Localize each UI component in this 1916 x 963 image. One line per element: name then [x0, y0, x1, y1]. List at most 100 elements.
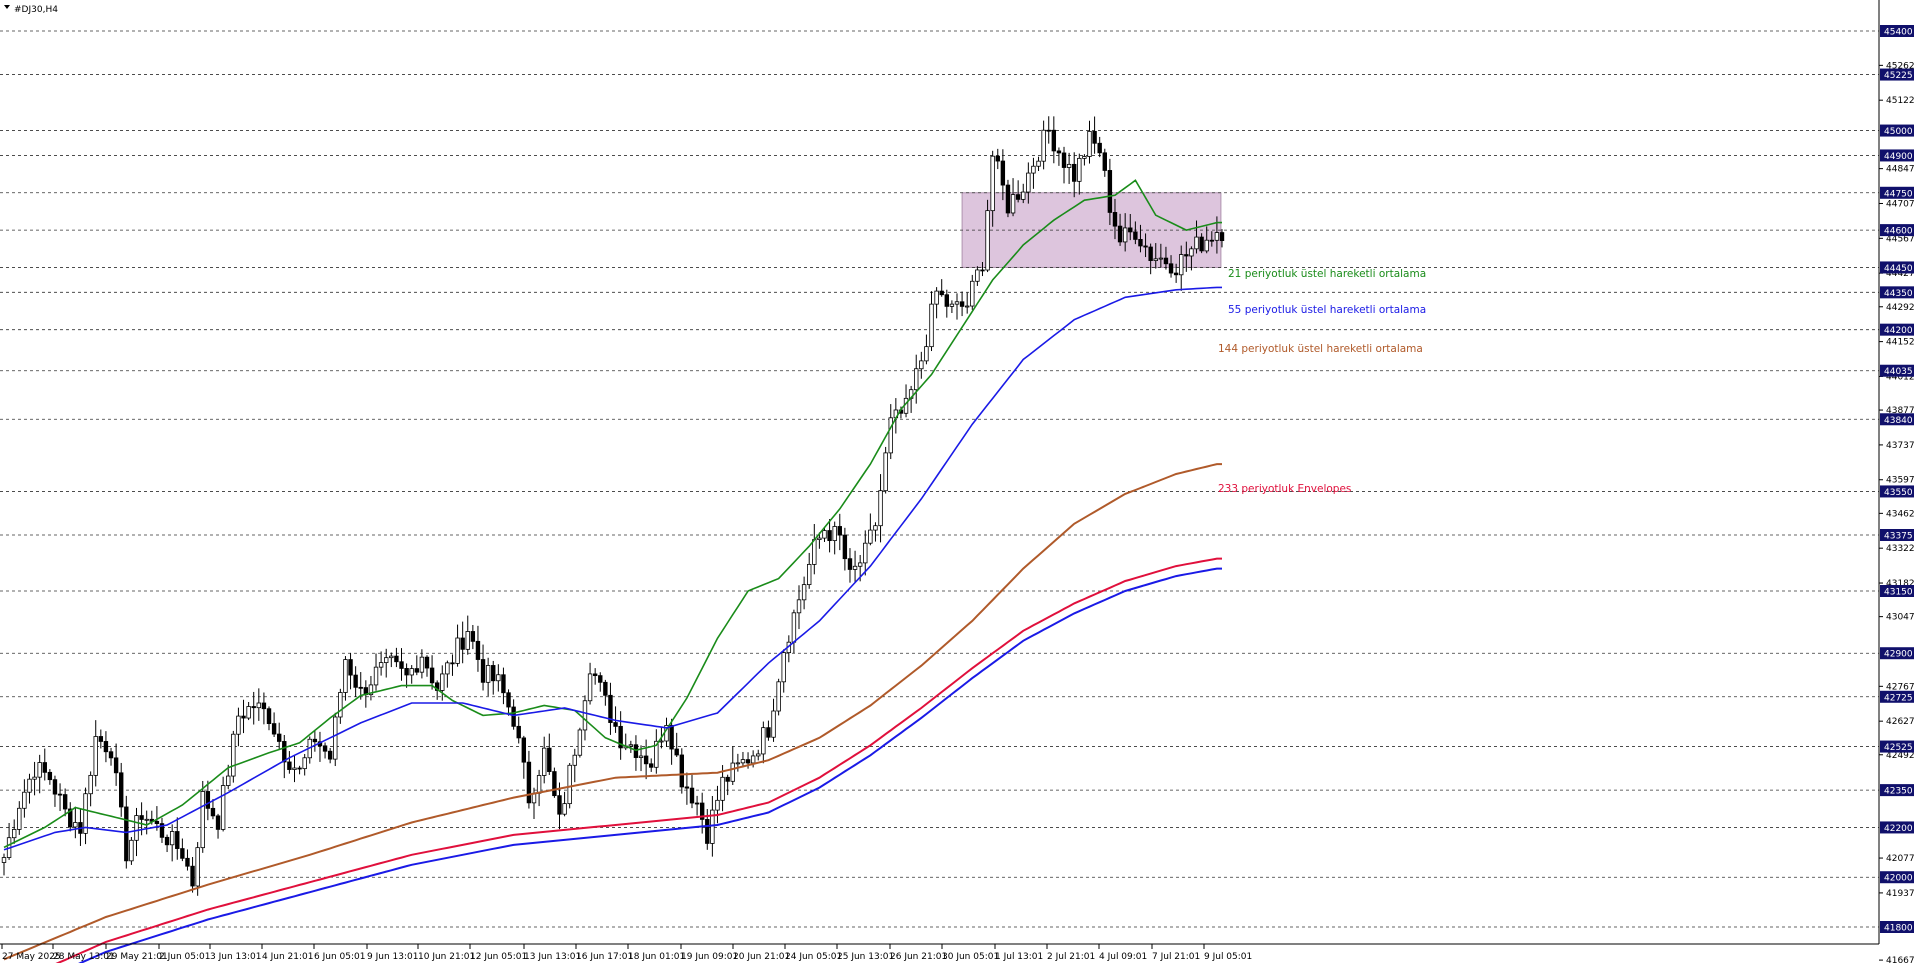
candle-bear: [827, 530, 832, 542]
candle-bear: [180, 848, 185, 859]
candle-bull: [628, 744, 634, 747]
y-tick-label: 43737: [1886, 441, 1915, 451]
candle-bull: [852, 565, 858, 570]
candle-bear: [1199, 236, 1204, 252]
candle-bear: [210, 807, 216, 817]
candle-bull: [796, 599, 802, 614]
candle-bull: [929, 303, 934, 348]
candle-bull: [373, 666, 379, 686]
candle-bear: [327, 750, 333, 760]
y-tick-label: 43597: [1886, 476, 1915, 486]
candle-bull: [195, 847, 200, 887]
candle-bull: [582, 700, 588, 731]
candle-bear: [205, 791, 211, 809]
candle-bull: [990, 155, 995, 212]
candle-bear: [1184, 254, 1189, 257]
candle-bear: [959, 301, 965, 307]
candle-bear: [42, 762, 47, 773]
price-chart[interactable]: 4526245122448474470744567444274429244152…: [0, 0, 1916, 963]
series-annotation: 55 periyotluk üstel hareketli ortalama: [1228, 304, 1426, 316]
candle-bull: [1082, 156, 1087, 159]
candle-bear: [1173, 272, 1179, 276]
candle-bear: [684, 786, 690, 789]
y-tick-label: 41667: [1886, 956, 1915, 963]
candle-bull: [292, 767, 297, 770]
y-tick-label: 44847: [1886, 165, 1915, 175]
candle-bull: [93, 736, 98, 776]
price-level-label: 41800: [1884, 924, 1913, 934]
candle-bull: [1026, 172, 1031, 193]
candle-bull: [409, 668, 414, 676]
candle-bear: [1148, 246, 1153, 261]
candle-bull: [1204, 239, 1209, 252]
price-level-label: 42350: [1884, 787, 1913, 797]
candle-bear: [837, 526, 842, 536]
candle-bull: [807, 563, 812, 586]
candle-bull: [954, 301, 960, 305]
y-tick-label: 44152: [1886, 338, 1915, 348]
candle-bull: [378, 662, 384, 668]
candle-bull: [1158, 257, 1164, 260]
candle-bear: [358, 686, 363, 689]
candle-bear: [592, 673, 598, 677]
x-tick-label: 19 Jun 09:01: [681, 952, 738, 962]
candle-bear: [669, 725, 674, 750]
x-tick-label: 2 Jun 05:01: [159, 952, 210, 962]
x-tick-label: 10 Jun 21:01: [418, 952, 475, 962]
candle-bull: [914, 368, 919, 391]
candle-bear: [261, 702, 267, 710]
candle-bull: [1, 857, 7, 863]
candle-bear: [251, 706, 256, 709]
candle-bull: [919, 360, 924, 370]
candle-bear: [725, 776, 730, 782]
plot-background: [0, 0, 1916, 963]
candle-bear: [424, 656, 430, 669]
chart-window: 45262 45122 44847 44707 44567 44427 44292 44152…: [0, 0, 1916, 963]
candle-bear: [113, 757, 119, 774]
candle-bull: [1010, 194, 1016, 214]
candle-bull: [220, 785, 226, 830]
y-tick-label: 42077: [1886, 854, 1915, 864]
candle-bear: [190, 865, 195, 887]
candle-bull: [888, 417, 893, 454]
candle-bear: [297, 767, 302, 770]
x-tick-label: 25 Jun 13:01: [837, 952, 894, 962]
price-level-label: 44750: [1884, 189, 1913, 199]
candle-bear: [1046, 129, 1051, 132]
candle-bull: [567, 764, 572, 805]
y-tick-label: 43047: [1886, 613, 1915, 623]
candle-bull: [73, 822, 78, 828]
x-tick-label: 18 Jun 01:01: [628, 952, 685, 962]
candle-bull: [572, 754, 577, 766]
candle-bear: [633, 744, 639, 758]
x-tick-label: 13 Jun 13:01: [524, 952, 581, 962]
candle-bull: [200, 791, 205, 849]
candle-bull: [868, 529, 873, 544]
candle-bull: [11, 829, 17, 839]
candle-bull: [812, 539, 817, 565]
price-level-label: 45225: [1884, 71, 1913, 81]
x-tick-label: 9 Jul 05:01: [1204, 952, 1252, 962]
price-level-label: 42900: [1884, 650, 1913, 660]
candle-bull: [735, 762, 741, 765]
candle-bear: [1072, 163, 1077, 182]
candle-bull: [134, 815, 139, 841]
candle-bear: [643, 755, 649, 765]
candle-bull: [1214, 232, 1220, 241]
candle-bear: [705, 819, 710, 844]
candle-bear: [1163, 257, 1169, 265]
candle-bull: [256, 702, 262, 709]
candle-bull: [333, 716, 338, 760]
candle-bear: [557, 795, 562, 815]
candle-bull: [27, 778, 32, 793]
price-level-label: 42525: [1884, 743, 1913, 753]
candle-bull: [32, 776, 37, 780]
candle-bear: [47, 771, 53, 781]
candle-bear: [52, 779, 58, 795]
candle-bull: [169, 831, 175, 846]
candle-bear: [766, 727, 771, 738]
candle-bear: [480, 659, 486, 683]
series-annotation: 233 periyotluk Envelopes: [1218, 483, 1351, 495]
candle-bull: [740, 759, 746, 764]
candle-bear: [939, 290, 944, 296]
